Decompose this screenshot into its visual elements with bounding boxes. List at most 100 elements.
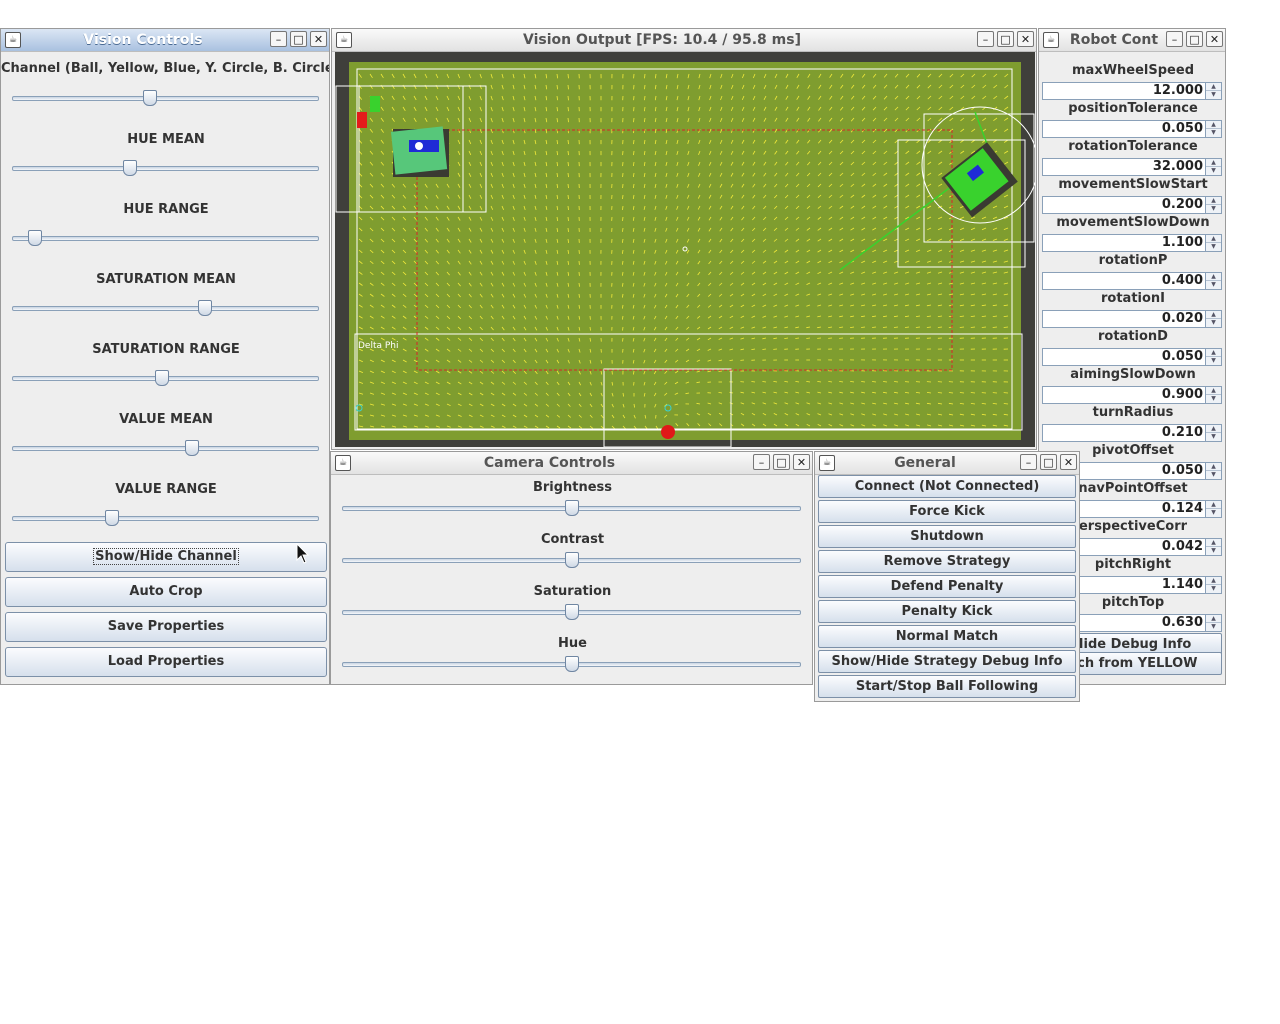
param-value[interactable]: 0.900 [1162, 387, 1203, 403]
minimize-icon[interactable]: – [1020, 454, 1037, 470]
param-spinner[interactable]: 0.020 ▲ ▼ [1042, 310, 1222, 328]
maximize-icon[interactable]: □ [773, 454, 790, 470]
spin-down-icon[interactable]: ▼ [1206, 471, 1221, 479]
spin-up-icon[interactable]: ▲ [1206, 539, 1221, 547]
slider-thumb[interactable] [184, 440, 199, 456]
spin-up-icon[interactable]: ▲ [1206, 311, 1221, 319]
minimize-icon[interactable]: – [753, 454, 770, 470]
spin-up-icon[interactable]: ▲ [1206, 349, 1221, 357]
camera-controls-titlebar[interactable]: ☕ Camera Controls – □ ✕ [331, 452, 812, 475]
maximize-icon[interactable]: □ [1186, 31, 1203, 47]
slider-thumb[interactable] [143, 90, 158, 106]
param-spinner[interactable]: 0.050 ▲ ▼ [1042, 120, 1222, 138]
hue-mean-slider[interactable] [12, 160, 319, 176]
maximize-icon[interactable]: □ [1040, 454, 1057, 470]
spin-down-icon[interactable]: ▼ [1206, 91, 1221, 99]
robot-controls-titlebar[interactable]: ☕ Robot Cont – □ ✕ [1039, 29, 1225, 52]
maximize-icon[interactable]: □ [997, 31, 1014, 47]
spin-up-icon[interactable]: ▲ [1206, 615, 1221, 623]
camera-feed[interactable]: Delta Phi [335, 52, 1035, 447]
param-spinner[interactable]: 12.000 ▲ ▼ [1042, 82, 1222, 100]
slider-thumb[interactable] [564, 500, 579, 516]
param-value[interactable]: 0.050 [1162, 121, 1203, 137]
spin-down-icon[interactable]: ▼ [1206, 395, 1221, 403]
vision-controls-titlebar[interactable]: ☕ Vision Controls – □ ✕ [1, 29, 329, 52]
saturation-slider[interactable] [342, 604, 801, 620]
param-value[interactable]: 32.000 [1153, 159, 1203, 175]
param-value[interactable]: 0.400 [1162, 273, 1203, 289]
start-stop-ball-following-button[interactable]: Start/Stop Ball Following [818, 675, 1076, 698]
param-spinner[interactable]: 0.900 ▲ ▼ [1042, 386, 1222, 404]
defend-penalty-button[interactable]: Defend Penalty [818, 575, 1076, 598]
spin-up-icon[interactable]: ▲ [1206, 463, 1221, 471]
param-value[interactable]: 0.050 [1162, 349, 1203, 365]
close-icon[interactable]: ✕ [310, 31, 327, 47]
spin-up-icon[interactable]: ▲ [1206, 501, 1221, 509]
spin-down-icon[interactable]: ▼ [1206, 129, 1221, 137]
penalty-kick-button[interactable]: Penalty Kick [818, 600, 1076, 623]
force-kick-button[interactable]: Force Kick [818, 500, 1076, 523]
param-spinner[interactable]: 0.200 ▲ ▼ [1042, 196, 1222, 214]
channel-slider[interactable] [12, 90, 319, 106]
minimize-icon[interactable]: – [977, 31, 994, 47]
param-value[interactable]: 0.124 [1162, 501, 1203, 517]
slider-thumb[interactable] [198, 300, 213, 316]
param-value[interactable]: 0.042 [1162, 539, 1203, 555]
close-icon[interactable]: ✕ [1060, 454, 1077, 470]
param-value[interactable]: 12.000 [1153, 83, 1203, 99]
normal-match-button[interactable]: Normal Match [818, 625, 1076, 648]
spin-up-icon[interactable]: ▲ [1206, 83, 1221, 91]
param-spinner[interactable]: 0.400 ▲ ▼ [1042, 272, 1222, 290]
spin-down-icon[interactable]: ▼ [1206, 623, 1221, 631]
spin-up-icon[interactable]: ▲ [1206, 273, 1221, 281]
slider-thumb[interactable] [104, 510, 119, 526]
close-icon[interactable]: ✕ [793, 454, 810, 470]
close-icon[interactable]: ✕ [1206, 31, 1223, 47]
spin-down-icon[interactable]: ▼ [1206, 585, 1221, 593]
minimize-icon[interactable]: – [270, 31, 287, 47]
show-hide-channel-button[interactable]: Show/Hide Channel [5, 542, 327, 572]
spin-up-icon[interactable]: ▲ [1206, 197, 1221, 205]
hue-range-slider[interactable] [12, 230, 319, 246]
hue-slider[interactable] [342, 656, 801, 672]
slider-thumb[interactable] [564, 552, 579, 568]
param-spinner[interactable]: 1.100 ▲ ▼ [1042, 234, 1222, 252]
remove-strategy-button[interactable]: Remove Strategy [818, 550, 1076, 573]
connect-not-connected-button[interactable]: Connect (Not Connected) [818, 475, 1076, 498]
maximize-icon[interactable]: □ [290, 31, 307, 47]
spin-down-icon[interactable]: ▼ [1206, 357, 1221, 365]
close-icon[interactable]: ✕ [1017, 31, 1034, 47]
spin-down-icon[interactable]: ▼ [1206, 205, 1221, 213]
spin-down-icon[interactable]: ▼ [1206, 319, 1221, 327]
slider-thumb[interactable] [155, 370, 170, 386]
save-properties-button[interactable]: Save Properties [5, 612, 327, 642]
spin-up-icon[interactable]: ▲ [1206, 577, 1221, 585]
spin-down-icon[interactable]: ▼ [1206, 509, 1221, 517]
spin-up-icon[interactable]: ▲ [1206, 121, 1221, 129]
spin-up-icon[interactable]: ▲ [1206, 159, 1221, 167]
param-value[interactable]: 1.140 [1162, 577, 1203, 593]
param-spinner[interactable]: 0.210 ▲ ▼ [1042, 424, 1222, 442]
show-hide-strategy-debug-info-button[interactable]: Show/Hide Strategy Debug Info [818, 650, 1076, 673]
general-titlebar[interactable]: ☕ General – □ ✕ [815, 452, 1079, 475]
value-range-slider[interactable] [12, 510, 319, 526]
saturation-mean-slider[interactable] [12, 300, 319, 316]
spin-down-icon[interactable]: ▼ [1206, 243, 1221, 251]
spin-down-icon[interactable]: ▼ [1206, 281, 1221, 289]
param-value[interactable]: 0.020 [1162, 311, 1203, 327]
param-value[interactable]: 1.100 [1162, 235, 1203, 251]
slider-thumb[interactable] [564, 656, 579, 672]
shutdown-button[interactable]: Shutdown [818, 525, 1076, 548]
param-value[interactable]: 0.200 [1162, 197, 1203, 213]
slider-thumb[interactable] [28, 230, 43, 246]
spin-down-icon[interactable]: ▼ [1206, 167, 1221, 175]
slider-thumb[interactable] [564, 604, 579, 620]
minimize-icon[interactable]: – [1166, 31, 1183, 47]
param-spinner[interactable]: 32.000 ▲ ▼ [1042, 158, 1222, 176]
vision-output-titlebar[interactable]: ☕ Vision Output [FPS: 10.4 / 95.8 ms] – … [332, 29, 1036, 52]
param-value[interactable]: 0.050 [1162, 463, 1203, 479]
value-mean-slider[interactable] [12, 440, 319, 456]
param-spinner[interactable]: 0.050 ▲ ▼ [1042, 348, 1222, 366]
spin-up-icon[interactable]: ▲ [1206, 425, 1221, 433]
spin-down-icon[interactable]: ▼ [1206, 433, 1221, 441]
